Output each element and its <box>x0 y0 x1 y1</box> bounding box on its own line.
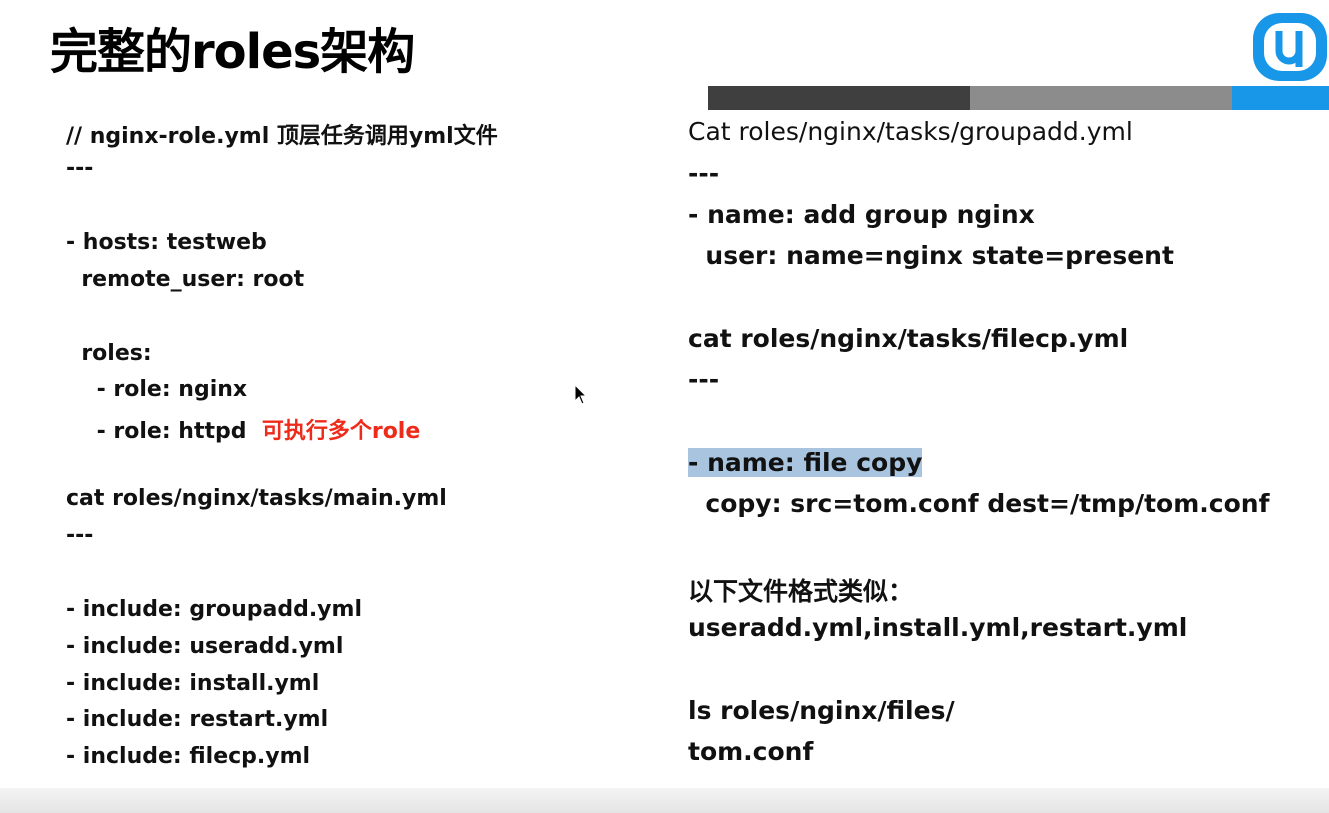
code-line: tom.conf <box>688 737 814 766</box>
code-line: useradd.yml,install.yml,restart.yml <box>688 613 1188 642</box>
left-code-block: // nginx-role.yml 顶层任务调用yml文件 --- - host… <box>66 118 498 769</box>
code-line: - include: groupadd.yml <box>66 597 362 622</box>
code-line: --- <box>66 156 94 181</box>
code-line: roles: <box>66 341 152 366</box>
mouse-cursor-icon <box>574 384 588 405</box>
highlighted-code-line: - name: file copy <box>688 448 923 477</box>
code-line: - role: httpd <box>66 419 247 444</box>
code-line: - include: filecp.yml <box>66 744 311 769</box>
brand-logo-icon <box>1253 13 1327 81</box>
code-line: cat roles/nginx/tasks/filecp.yml <box>688 324 1129 353</box>
header-bar-gray <box>970 86 1232 110</box>
code-line: 以下文件格式类似： <box>688 577 914 606</box>
annotation-note: 可执行多个role <box>261 419 421 444</box>
code-line: - include: install.yml <box>66 671 320 696</box>
code-line: cat roles/nginx/tasks/main.yml <box>66 486 447 511</box>
code-line: - hosts: testweb <box>66 230 267 255</box>
code-line: - name: add group nginx <box>688 200 1035 229</box>
code-line: - include: restart.yml <box>66 707 329 732</box>
code-line: --- <box>688 159 720 188</box>
code-line: --- <box>688 365 720 394</box>
footer-strip <box>0 788 1329 813</box>
right-code-block: Cat roles/nginx/tasks/groupadd.yml --- -… <box>688 117 1269 766</box>
code-line: // nginx-role.yml 顶层任务调用yml文件 <box>66 124 498 149</box>
code-line: remote_user: root <box>66 267 305 292</box>
code-line: ls roles/nginx/files/ <box>688 696 955 725</box>
slide-title: 完整的roles架构 <box>50 24 415 80</box>
header-bar-dark <box>708 86 970 110</box>
code-line: - include: useradd.yml <box>66 634 344 659</box>
code-line: Cat roles/nginx/tasks/groupadd.yml <box>688 117 1133 146</box>
code-line: user: name=nginx state=present <box>688 241 1174 270</box>
code-line: - role: nginx <box>66 377 248 402</box>
header-bar-blue <box>1232 86 1329 110</box>
code-line: --- <box>66 523 94 548</box>
code-line: copy: src=tom.conf dest=/tmp/tom.conf <box>688 489 1270 518</box>
